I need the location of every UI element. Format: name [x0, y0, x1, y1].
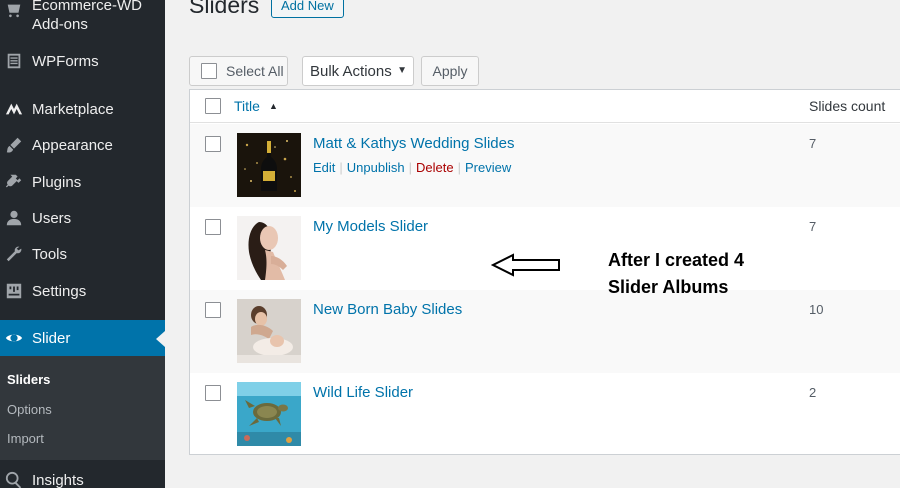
insights-icon [4, 470, 24, 488]
menu-item-label: Tools [32, 245, 68, 263]
table-row: Wild Life Slider 2 [190, 373, 900, 456]
annotation-text: After I created 4 Slider Albums [608, 247, 808, 301]
separator: | [457, 160, 461, 175]
menu-item-label: Settings [32, 282, 87, 300]
brush-icon [4, 135, 24, 155]
menu-item-label: Insights [32, 471, 84, 488]
slider-submenu: Sliders Options Import [0, 356, 165, 460]
menu-item-wpforms[interactable]: WPForms [0, 48, 165, 74]
menu-item-appearance[interactable]: Appearance [0, 132, 165, 158]
menu-item-insights[interactable]: Insights [0, 467, 165, 488]
marketplace-icon [4, 99, 24, 119]
bulk-actions-label: Bulk Actions [310, 62, 392, 80]
menu-item-tools[interactable]: Tools [0, 241, 165, 267]
active-menu-arrow [156, 331, 165, 347]
separator: | [339, 160, 343, 175]
column-header-title[interactable]: Title [234, 98, 260, 114]
annotation-line-2: Slider Albums [608, 277, 729, 297]
menu-item-label: Users [32, 209, 72, 227]
slider-title-link[interactable]: My Models Slider [313, 218, 428, 235]
submenu-item-import[interactable]: Import [7, 431, 44, 446]
form-icon [4, 51, 24, 71]
select-all-button[interactable]: Select All [189, 56, 288, 86]
select-all-checkbox[interactable] [201, 63, 217, 79]
ecommerce-icon [4, 0, 24, 20]
apply-label: Apply [432, 63, 468, 79]
row-checkbox[interactable] [205, 302, 221, 318]
slider-title-link[interactable]: New Born Baby Slides [313, 301, 462, 318]
slider-title-link[interactable]: Wild Life Slider [313, 384, 413, 401]
select-all-label: Select All [226, 63, 284, 79]
settings-icon [4, 281, 24, 301]
slides-count: 7 [809, 219, 817, 234]
wrench-icon [4, 244, 24, 264]
admin-sidebar: Ecommerce-WD Add-ons WPForms Marketplace… [0, 0, 165, 488]
preview-link[interactable]: Preview [465, 160, 511, 175]
slider-thumbnail [237, 133, 301, 197]
slider-icon [4, 328, 24, 348]
user-icon [4, 208, 24, 228]
column-header-slides-count: Slides count [809, 98, 886, 114]
delete-link[interactable]: Delete [416, 160, 454, 175]
sort-ascending-icon[interactable]: ▲ [269, 101, 278, 111]
menu-item-settings[interactable]: Settings [0, 278, 165, 304]
chevron-down-icon: ▼ [397, 65, 407, 76]
slider-thumbnail [237, 382, 301, 446]
menu-item-label: Slider [32, 329, 71, 347]
edit-link[interactable]: Edit [313, 160, 335, 175]
submenu-item-options[interactable]: Options [7, 402, 52, 417]
slides-count: 2 [809, 385, 817, 400]
menu-item-marketplace[interactable]: Marketplace [0, 96, 165, 122]
row-checkbox[interactable] [205, 136, 221, 152]
page-title: Sliders [189, 0, 260, 18]
row-checkbox[interactable] [205, 385, 221, 401]
table-row: New Born Baby Slides 10 [190, 290, 900, 373]
menu-item-label: WPForms [32, 52, 99, 70]
menu-item-plugins[interactable]: Plugins [0, 169, 165, 195]
slider-thumbnail [237, 216, 301, 280]
unpublish-link[interactable]: Unpublish [347, 160, 405, 175]
table-row: Matt & Kathys Wedding Slides Edit | Unpubl… [190, 124, 900, 207]
slider-title-link[interactable]: Matt & Kathys Wedding Slides [313, 135, 515, 152]
submenu-item-sliders[interactable]: Sliders [7, 372, 50, 387]
slider-thumbnail [237, 299, 301, 363]
bulk-actions-select[interactable]: Bulk Actions ▼ [302, 56, 414, 86]
annotation-arrow-icon [491, 253, 560, 277]
menu-item-label: Plugins [32, 173, 82, 191]
slides-count: 7 [809, 136, 817, 151]
annotation-line-1: After I created 4 [608, 250, 745, 270]
add-new-button[interactable]: Add New [271, 0, 344, 18]
plug-icon [4, 172, 24, 192]
separator: | [408, 160, 413, 175]
menu-item-ecommerce-addons[interactable]: Ecommerce-WD Add-ons [0, 0, 165, 38]
menu-item-users[interactable]: Users [0, 205, 165, 231]
menu-item-label: Ecommerce-WD Add-ons [32, 0, 143, 33]
menu-item-slider[interactable]: Slider [0, 320, 165, 356]
row-checkbox[interactable] [205, 219, 221, 235]
header-checkbox[interactable] [205, 98, 221, 114]
table-header: Title ▲ Slides count [190, 90, 900, 123]
row-actions: Edit | Unpublish | Delete | Preview [313, 160, 511, 175]
menu-item-label: Appearance [32, 136, 113, 154]
apply-button[interactable]: Apply [421, 56, 479, 86]
slides-count: 10 [809, 302, 824, 317]
menu-item-label: Marketplace [32, 100, 114, 118]
